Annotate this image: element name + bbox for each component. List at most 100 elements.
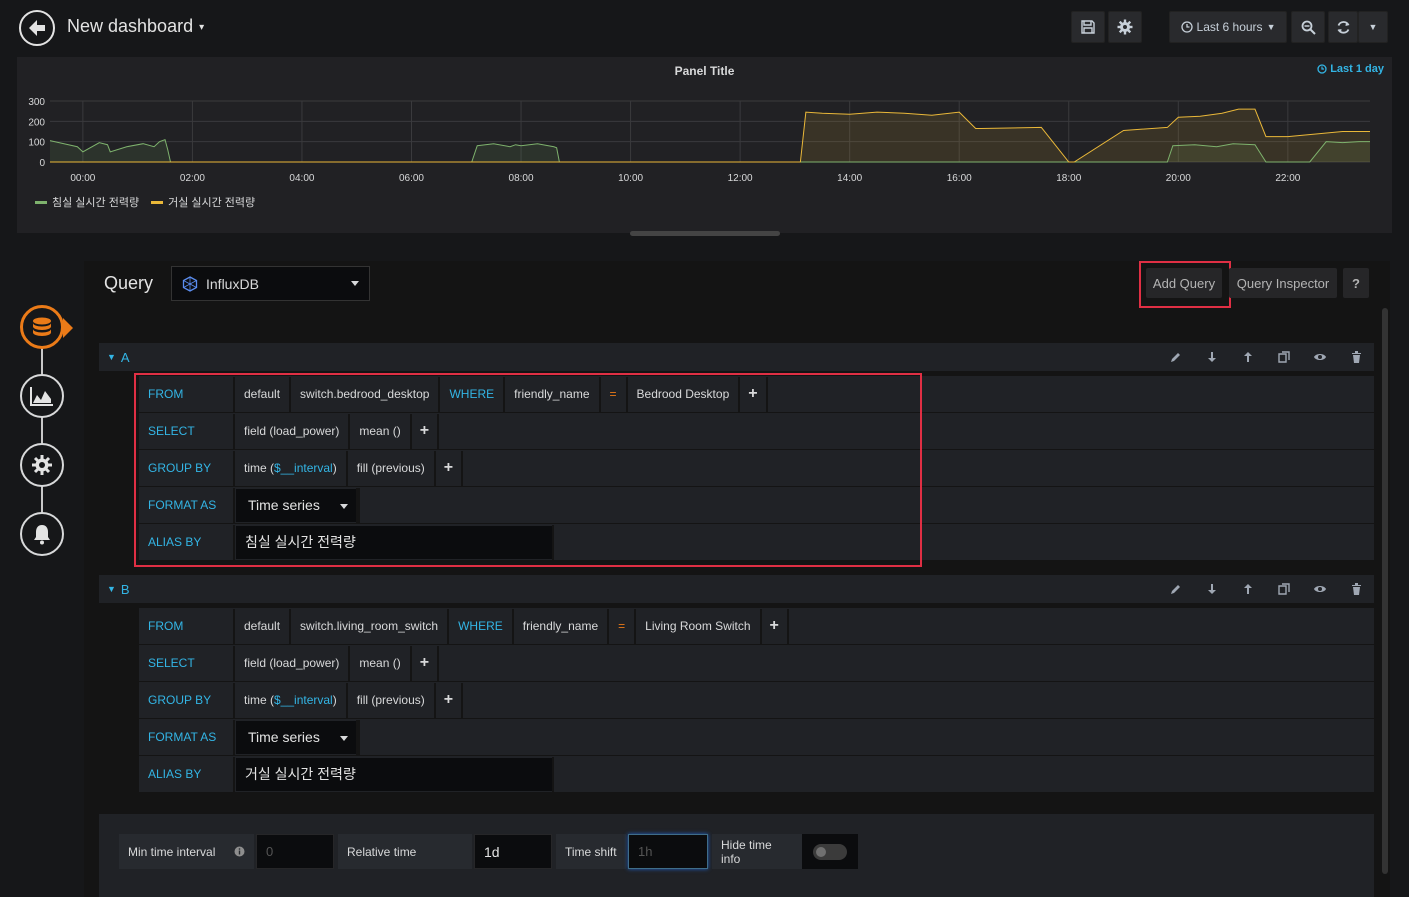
- settings-button[interactable]: [1108, 11, 1142, 43]
- format-row: FORMAT AS Time series: [139, 719, 1374, 756]
- dashboard-title[interactable]: New dashboard ▾: [67, 16, 204, 37]
- time-range-label: Last 6 hours: [1196, 20, 1263, 34]
- graph-chart[interactable]: 300 200 100 0 00:00 02:00 04:00 06:00 08:00 10:00…: [17, 57, 1392, 192]
- query-options: Min time interval 0 Relative time 1d Tim…: [99, 814, 1374, 897]
- caret-down-icon: ▼: [107, 584, 116, 594]
- eye-icon[interactable]: [1312, 581, 1328, 597]
- format-keyword: FORMAT AS: [139, 719, 235, 755]
- retention-policy[interactable]: default: [235, 608, 292, 644]
- eye-icon[interactable]: [1312, 349, 1328, 365]
- y-tick-label: 200: [28, 117, 45, 128]
- groupby-row: GROUP BY time ($__interval) fill (previo…: [139, 682, 1374, 719]
- time-picker-button[interactable]: Last 6 hours ▼: [1169, 11, 1287, 43]
- panel-resize-handle[interactable]: [630, 231, 780, 236]
- groupby-fill[interactable]: fill (previous): [347, 682, 436, 718]
- x-tick-label: 00:00: [70, 173, 95, 184]
- query-letter[interactable]: ▼ A: [107, 350, 130, 365]
- duplicate-icon[interactable]: [1276, 581, 1292, 597]
- caret-down-icon: [340, 735, 348, 741]
- caret-down-icon: [351, 281, 359, 286]
- series-area: [50, 109, 1370, 162]
- arrow-up-icon[interactable]: [1240, 581, 1256, 597]
- clock-icon: [1180, 21, 1193, 33]
- save-dashboard-button[interactable]: [1071, 11, 1105, 43]
- tag-key[interactable]: friendly_name: [513, 608, 610, 644]
- x-tick-label: 06:00: [399, 173, 424, 184]
- legend-label: 침실 실시간 전력량: [52, 197, 140, 209]
- x-tick-label: 12:00: [728, 173, 753, 184]
- add-select-button[interactable]: +: [411, 645, 440, 681]
- add-condition-button[interactable]: +: [761, 608, 789, 644]
- arrow-down-icon[interactable]: [1204, 581, 1220, 597]
- graph-panel: Panel Title Last 1 day 300 200 100 0 00:00 02…: [17, 57, 1392, 236]
- duplicate-icon[interactable]: [1276, 349, 1292, 365]
- hide-time-info-toggle[interactable]: [802, 834, 858, 869]
- legend-swatch: [151, 200, 164, 204]
- x-tick-label: 18:00: [1056, 173, 1081, 184]
- query-rows: FROM default switch.living_room_switch W…: [139, 608, 1374, 793]
- query-header[interactable]: ▼ B: [99, 575, 1374, 603]
- x-tick-label: 04:00: [289, 173, 314, 184]
- area-chart-icon: [30, 387, 53, 406]
- help-button[interactable]: ?: [1343, 268, 1369, 298]
- where-keyword: WHERE: [449, 608, 514, 644]
- refresh-button[interactable]: [1328, 11, 1358, 43]
- tab-general[interactable]: [20, 443, 64, 487]
- measurement[interactable]: switch.living_room_switch: [291, 608, 450, 644]
- select-row: SELECT field (load_power) mean () +: [139, 645, 1374, 682]
- arrow-down-icon[interactable]: [1204, 349, 1220, 365]
- query-actions: [1168, 349, 1364, 365]
- editor-tabs: [18, 305, 73, 565]
- pencil-icon[interactable]: [1168, 349, 1184, 365]
- refresh-interval-dropdown[interactable]: ▼: [1358, 11, 1388, 43]
- x-tick-label: 02:00: [180, 173, 205, 184]
- editor-scrollbar[interactable]: [1382, 308, 1388, 874]
- min-interval-input[interactable]: 0: [256, 834, 334, 869]
- tab-visualization[interactable]: [20, 374, 64, 418]
- add-groupby-button[interactable]: +: [435, 682, 464, 718]
- select-aggregation[interactable]: mean (): [350, 645, 412, 681]
- info-icon[interactable]: [234, 846, 245, 857]
- groupby-time-suffix: ): [332, 693, 337, 707]
- query-letter[interactable]: ▼ B: [107, 582, 130, 597]
- tab-queries[interactable]: [20, 305, 64, 349]
- y-tick-label: 0: [39, 158, 45, 169]
- select-field[interactable]: field (load_power): [235, 645, 351, 681]
- min-interval-label: Min time interval: [119, 834, 256, 869]
- format-select[interactable]: Time series: [236, 720, 356, 754]
- save-icon: [1081, 20, 1095, 34]
- arrow-up-icon[interactable]: [1240, 349, 1256, 365]
- highlight-box: [134, 373, 922, 567]
- alias-input[interactable]: 거실 실시간 전력량: [236, 757, 552, 791]
- query-header[interactable]: ▼ A: [99, 343, 1374, 371]
- x-tick-label: 08:00: [509, 173, 534, 184]
- row-fill: [788, 608, 1374, 644]
- caret-down-icon: ▼: [1368, 22, 1378, 32]
- caret-down-icon: ▼: [1266, 22, 1276, 32]
- query-section-label: Query: [104, 273, 154, 293]
- zoom-out-button[interactable]: [1291, 11, 1325, 43]
- query-inspector-button[interactable]: Query Inspector: [1229, 268, 1337, 298]
- time-shift-input[interactable]: 1h: [628, 834, 708, 869]
- trash-icon[interactable]: [1348, 349, 1364, 365]
- datasource-picker[interactable]: InfluxDB: [171, 266, 370, 301]
- min-interval-label-text: Min time interval: [128, 844, 216, 859]
- graph-legend: 침실 실시간 전력량 거실 실시간 전력량: [35, 194, 255, 210]
- query-letter-text: A: [120, 349, 130, 365]
- tag-operator[interactable]: =: [609, 608, 637, 644]
- query-options-row: Min time interval 0 Relative time 1d Tim…: [119, 834, 858, 869]
- add-query-button[interactable]: Add Query: [1146, 268, 1222, 298]
- relative-time-input[interactable]: 1d: [474, 834, 552, 869]
- interval-variable: $__interval: [274, 693, 333, 707]
- legend-item[interactable]: 침실 실시간 전력량: [35, 194, 139, 210]
- tab-alert[interactable]: [20, 512, 64, 556]
- trash-icon[interactable]: [1348, 581, 1364, 597]
- pencil-icon[interactable]: [1168, 581, 1184, 597]
- groupby-time[interactable]: time ($__interval): [235, 682, 348, 718]
- row-fill: [463, 682, 1374, 718]
- back-button[interactable]: [19, 10, 55, 46]
- tag-value[interactable]: Living Room Switch: [636, 608, 762, 644]
- legend-item[interactable]: 거실 실시간 전력량: [151, 194, 255, 210]
- cog-wrench-icon: [32, 455, 52, 475]
- query-letter-text: B: [120, 581, 130, 597]
